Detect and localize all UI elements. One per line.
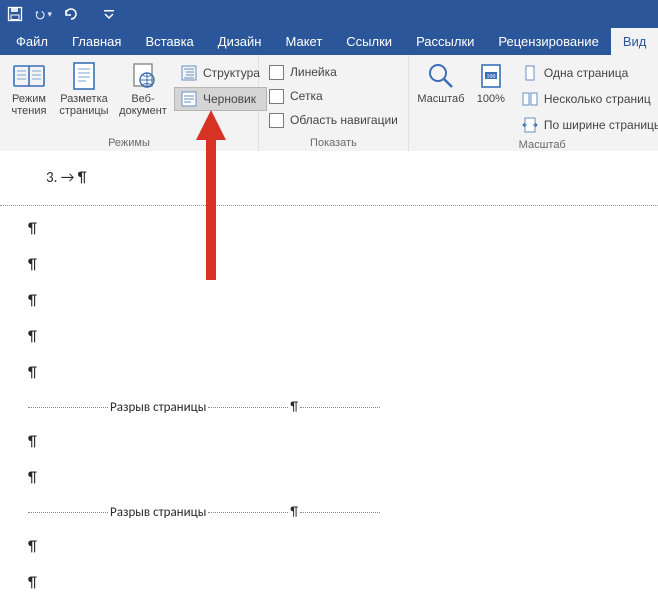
ribbon: Режимчтения Разметкастраницы Веб-докумен… — [0, 55, 658, 152]
page-width-icon — [522, 117, 538, 133]
checkbox-icon — [269, 113, 284, 128]
document-area[interactable]: 3. → ¶ ¶ ¶ ¶ ¶ ¶ Разрыв страницы¶ ¶ ¶ Ра… — [0, 151, 658, 606]
label: Веб- — [131, 93, 154, 105]
checkbox-icon — [269, 89, 284, 104]
one-page-icon — [522, 65, 538, 81]
draft-icon — [181, 91, 197, 107]
label: Область навигации — [290, 113, 398, 127]
label: Несколько страниц — [544, 92, 651, 106]
zoom-100-icon: 100 — [474, 61, 508, 91]
label: Линейка — [290, 65, 337, 79]
customize-qat-icon[interactable] — [100, 5, 118, 23]
paragraph-mark: ¶ — [28, 574, 658, 592]
label: Сетка — [290, 89, 323, 103]
page-break: Разрыв страницы¶ — [28, 400, 658, 415]
group-zoom: Масштаб 100 100% Одна страница Несколько… — [409, 55, 658, 151]
undo-icon[interactable]: ▾ — [34, 5, 52, 23]
ruler-checkbox[interactable]: Линейка — [265, 61, 402, 83]
label: чтения — [12, 105, 47, 117]
label: Разметка — [60, 93, 108, 105]
outline-icon — [181, 65, 197, 81]
group-show: Линейка Сетка Область навигации Показать — [259, 55, 409, 151]
tab-mailings[interactable]: Рассылки — [404, 28, 486, 55]
draft-view-button[interactable]: Черновик — [174, 87, 267, 111]
redo-icon[interactable] — [62, 5, 80, 23]
zoom-button[interactable]: Масштаб — [415, 59, 467, 137]
checkbox-icon — [269, 65, 284, 80]
paragraph-mark: ¶ — [28, 469, 658, 487]
outline-view-button[interactable]: Структура — [174, 61, 267, 85]
tab-file[interactable]: Файл — [4, 28, 60, 55]
tab-design[interactable]: Дизайн — [206, 28, 274, 55]
tab-review[interactable]: Рецензирование — [486, 28, 610, 55]
read-mode-button[interactable]: Режимчтения — [6, 59, 52, 117]
label: документ — [119, 105, 167, 117]
label: По ширине страницы — [544, 118, 658, 132]
multiple-pages-button[interactable]: Несколько страниц — [515, 87, 658, 111]
paragraph-mark: ¶ — [28, 256, 658, 274]
svg-text:100: 100 — [486, 74, 495, 80]
label: Черновик — [203, 92, 256, 106]
one-page-button[interactable]: Одна страница — [515, 61, 658, 85]
ribbon-tabs: Файл Главная Вставка Дизайн Макет Ссылки… — [0, 28, 658, 55]
navigation-pane-checkbox[interactable]: Область навигации — [265, 109, 402, 131]
group-label: Масштаб — [415, 137, 658, 151]
tab-layout[interactable]: Макет — [273, 28, 334, 55]
label: Одна страница — [544, 66, 628, 80]
save-icon[interactable] — [6, 5, 24, 23]
paragraph-mark: ¶ — [28, 220, 658, 238]
paragraph-mark: ¶ — [28, 328, 658, 346]
label: 100% — [477, 93, 505, 105]
page-width-button[interactable]: По ширине страницы — [515, 113, 658, 137]
text-line: 3. → ¶ — [46, 169, 658, 187]
tab-insert[interactable]: Вставка — [133, 28, 205, 55]
quick-access-toolbar: ▾ — [0, 0, 658, 28]
page-break: Разрыв страницы¶ — [28, 505, 658, 520]
tab-view[interactable]: Вид — [611, 28, 658, 55]
multiple-pages-icon — [522, 91, 538, 107]
zoom-icon — [424, 61, 458, 91]
label: Структура — [203, 66, 260, 80]
tab-references[interactable]: Ссылки — [334, 28, 404, 55]
gridlines-checkbox[interactable]: Сетка — [265, 85, 402, 107]
label: Масштаб — [417, 93, 464, 105]
group-label: Режимы — [6, 135, 252, 149]
group-views: Режимчтения Разметкастраницы Веб-докумен… — [0, 55, 259, 151]
label: страницы — [59, 105, 108, 117]
section-separator — [0, 205, 658, 206]
web-layout-icon — [126, 61, 160, 91]
zoom-100-button[interactable]: 100 100% — [471, 59, 511, 137]
paragraph-mark: ¶ — [28, 538, 658, 556]
web-layout-button[interactable]: Веб-документ — [116, 59, 170, 117]
print-layout-button[interactable]: Разметкастраницы — [56, 59, 112, 117]
print-layout-icon — [67, 61, 101, 91]
paragraph-mark: ¶ — [28, 433, 658, 451]
paragraph-mark: ¶ — [28, 292, 658, 310]
paragraph-mark: ¶ — [28, 364, 658, 382]
label: Режим — [12, 93, 46, 105]
tab-home[interactable]: Главная — [60, 28, 133, 55]
read-mode-icon — [12, 61, 46, 91]
group-label: Показать — [265, 135, 402, 149]
chevron-down-icon[interactable]: ▾ — [47, 9, 52, 20]
